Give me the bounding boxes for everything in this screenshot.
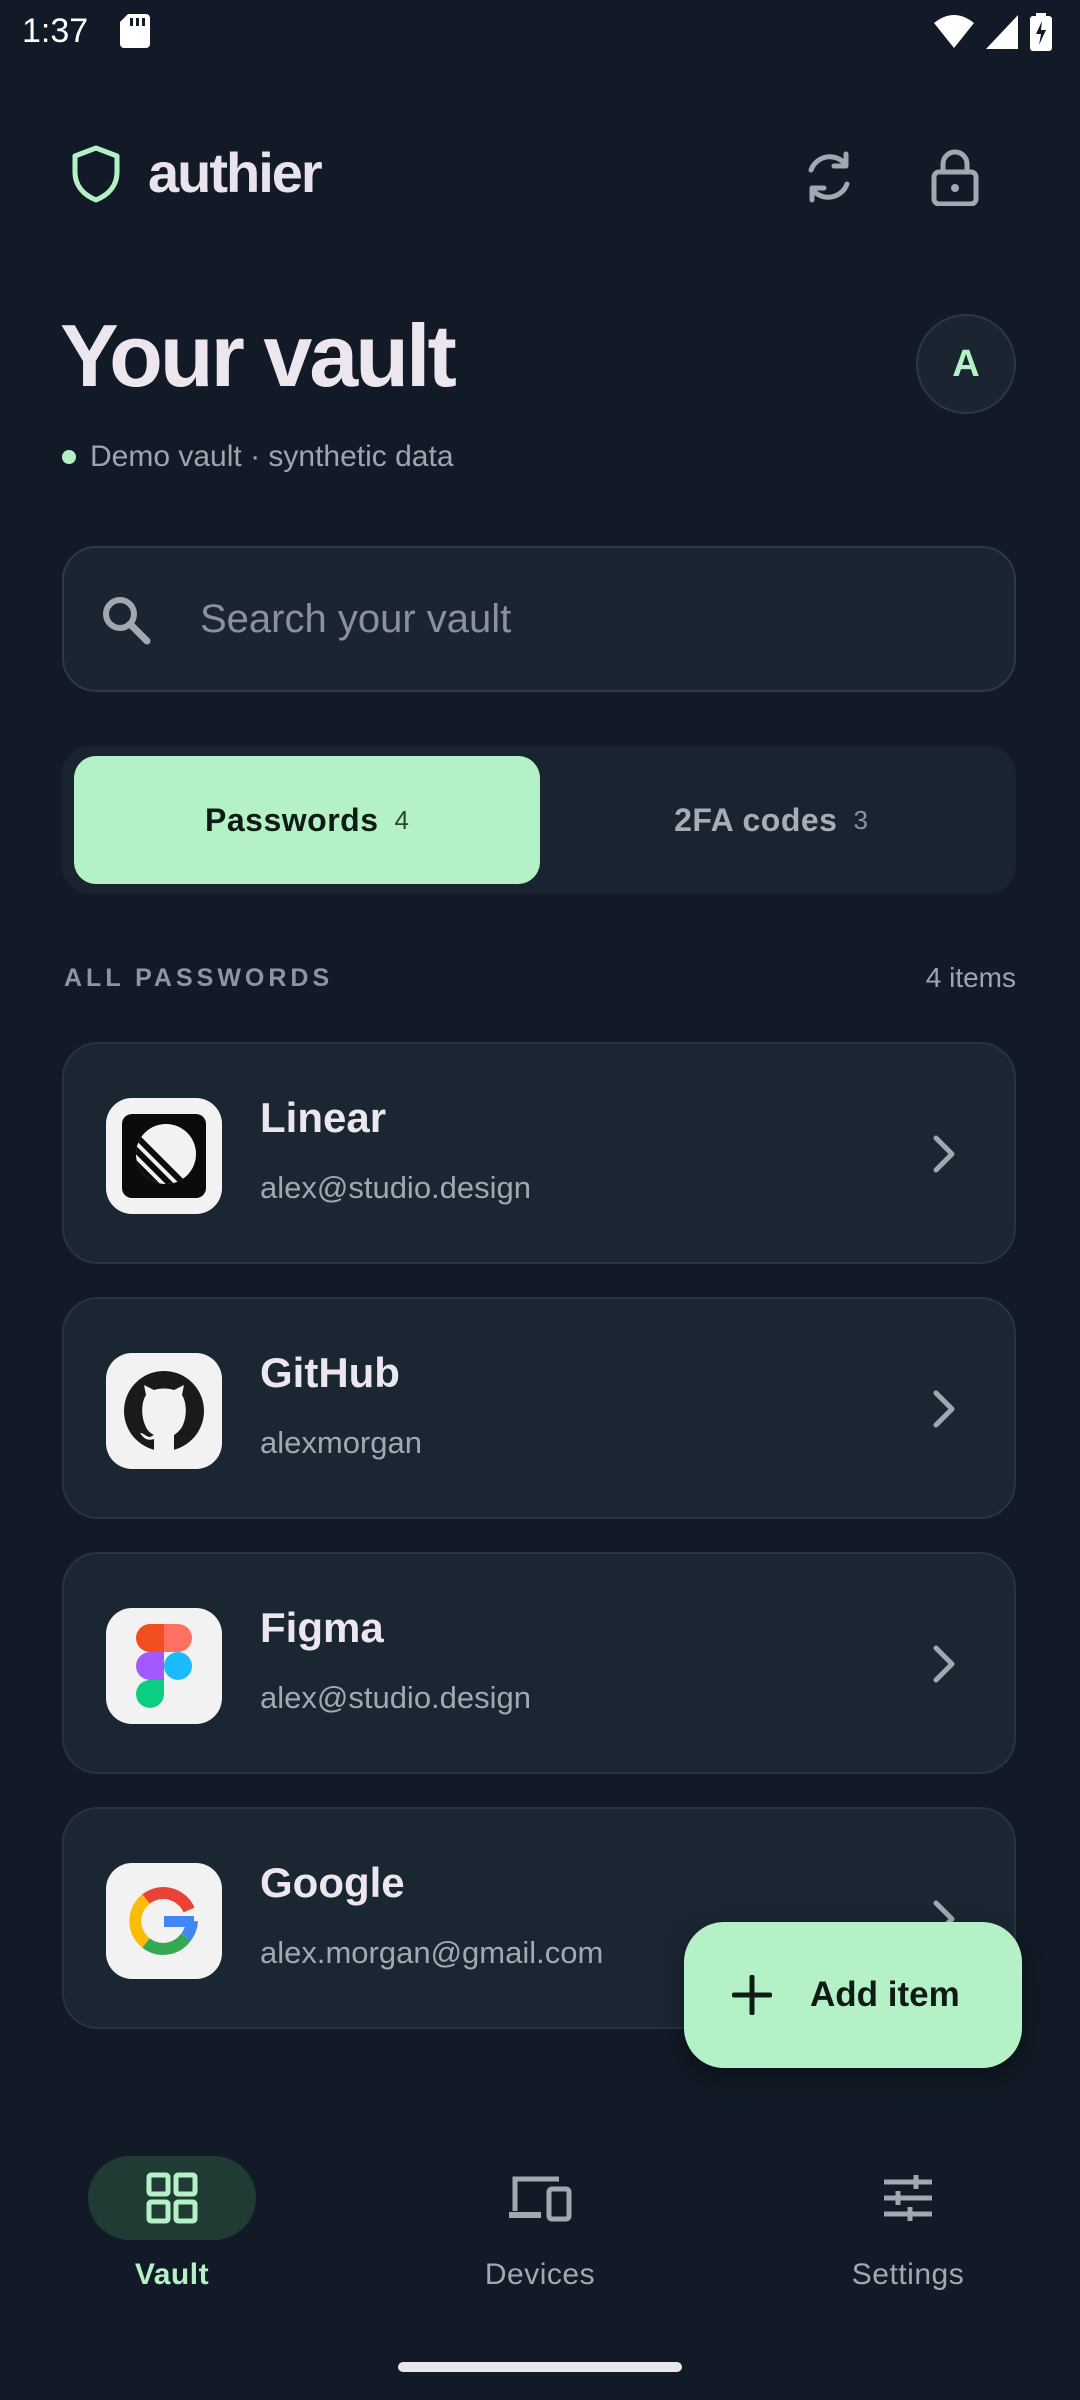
search-box[interactable] [62, 546, 1016, 692]
grid-icon [146, 2172, 198, 2224]
list-item[interactable]: Linear alex@studio.design [62, 1042, 1016, 1264]
wifi-icon [934, 15, 974, 48]
home-indicator[interactable] [398, 2362, 682, 2372]
brand-name: authier [148, 141, 323, 204]
shield-icon [72, 145, 120, 203]
search-input[interactable] [200, 548, 980, 690]
nav-item-settings[interactable]: Settings [736, 2156, 1080, 2326]
battery-charging-icon [1030, 13, 1052, 51]
add-item-button[interactable]: Add item [684, 1922, 1022, 2068]
github-logo-icon [106, 1353, 222, 1469]
sliders-icon [884, 2175, 932, 2221]
sync-icon [808, 151, 850, 203]
tab-passwords-count: 4 [394, 804, 409, 835]
status-time: 1:37 [22, 12, 89, 50]
status-dot [62, 450, 76, 464]
google-logo-svg [129, 1887, 198, 1955]
nav-pill-vault [88, 2156, 256, 2240]
status-bar: 1:37 [0, 0, 1080, 64]
linear-logo-svg [122, 1114, 206, 1198]
chevron-right-icon [933, 1645, 955, 1683]
nav-label-vault: Vault [134, 2258, 210, 2291]
items-count: 4 items [925, 962, 1016, 993]
nav-label-settings: Settings [851, 2258, 965, 2291]
item-username: alex@studio.design [260, 1680, 532, 1715]
nav-item-devices[interactable]: Devices [368, 2156, 728, 2326]
lock-vault-button[interactable] [918, 140, 992, 214]
tab-passwords-label: Passwords [205, 801, 379, 838]
section-label: ALL PASSWORDS [64, 964, 334, 992]
item-name: GitHub [260, 1349, 400, 1396]
item-username: alex@studio.design [260, 1170, 532, 1205]
lock-icon [931, 149, 979, 206]
nav-label-devices: Devices [484, 2258, 596, 2291]
avatar-initial: A [952, 342, 980, 385]
add-item-label: Add item [810, 1975, 960, 2014]
item-username: alexmorgan [260, 1425, 422, 1460]
list-item[interactable]: Figma alex@studio.design [62, 1552, 1016, 1774]
nav-pill-settings [824, 2156, 992, 2240]
item-username: alex.morgan@gmail.com [260, 1935, 604, 1970]
list-item[interactable]: GitHub alexmorgan [62, 1297, 1016, 1519]
figma-logo-icon [106, 1608, 222, 1724]
item-name: Linear [260, 1094, 387, 1141]
sd-card-icon [120, 14, 150, 48]
tab-passwords[interactable]: Passwords 4 [74, 756, 540, 884]
vault-screen: 1:37 authier Your vault A Demo vault · s… [0, 0, 1080, 2400]
vault-subtitle-text: Demo vault · synthetic data [90, 440, 454, 473]
page-title: Your vault [60, 306, 457, 405]
search-icon [103, 597, 151, 645]
chevron-right-icon [933, 1390, 955, 1428]
status-icons [934, 12, 1052, 52]
google-logo-icon [106, 1863, 222, 1979]
github-logo-svg [124, 1371, 204, 1451]
item-name: Google [260, 1859, 405, 1906]
tab-2fa-codes-label: 2FA codes [674, 801, 838, 838]
figma-logo-svg [136, 1624, 192, 1708]
app-header: authier [0, 130, 1080, 220]
linear-logo-icon [106, 1098, 222, 1214]
chevron-right-icon [933, 1135, 955, 1173]
type-tabs: Passwords 4 2FA codes 3 [62, 746, 1016, 894]
cell-signal-icon [986, 15, 1018, 49]
tab-2fa-codes-count: 3 [853, 804, 868, 835]
devices-icon [509, 2176, 572, 2222]
bottom-nav: Vault Devices Settings [0, 2124, 1080, 2400]
sync-button[interactable] [792, 140, 866, 214]
nav-item-vault[interactable]: Vault [0, 2156, 360, 2326]
tab-2fa-codes[interactable]: 2FA codes 3 [538, 756, 1004, 884]
nav-pill-devices [456, 2156, 624, 2240]
avatar[interactable]: A [916, 314, 1016, 414]
item-name: Figma [260, 1604, 384, 1651]
vault-subtitle: Demo vault · synthetic data [62, 440, 454, 474]
plus-icon [732, 1975, 772, 2015]
